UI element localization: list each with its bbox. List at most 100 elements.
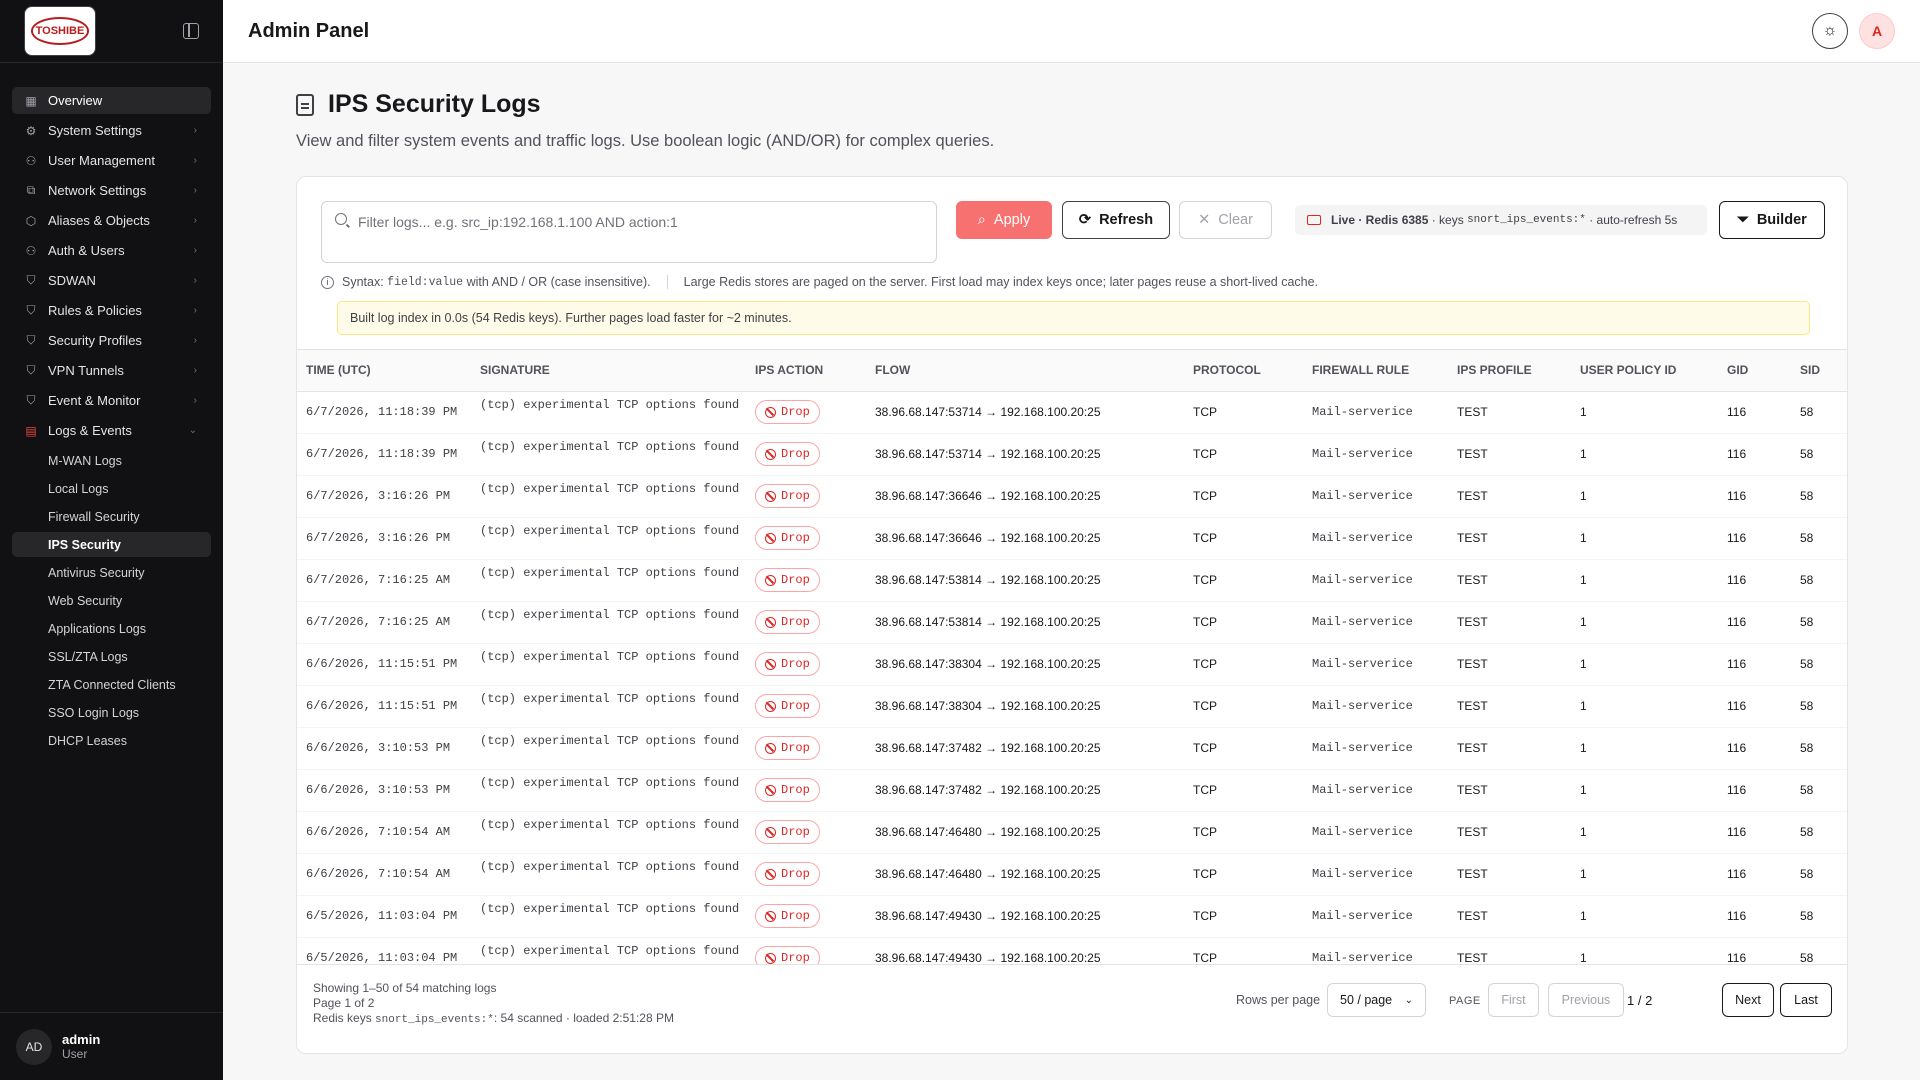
table-cell: 38.96.68.147:46480 → 192.168.100.20:25 (866, 811, 1184, 854)
submenu-item-dhcp-leases[interactable]: DHCP Leases (12, 728, 211, 753)
sidebar-item-overview[interactable]: ▦ Overview (12, 87, 211, 114)
table-cell: 6/7/2026, 7:16:25 AM (297, 601, 471, 644)
table-cell: 58 (1791, 769, 1847, 812)
table-cell: 116 (1718, 601, 1791, 644)
column-header[interactable]: IPS PROFILE (1448, 350, 1571, 392)
submenu-item-applications-logs[interactable]: Applications Logs (12, 616, 211, 641)
table-row[interactable]: 6/7/2026, 11:18:39 PM (tcp) experimental … (297, 391, 1847, 434)
apply-button[interactable]: ⌕ Apply (956, 201, 1052, 239)
action-label: Drop (781, 447, 810, 461)
column-header[interactable]: SIGNATURE (471, 350, 746, 392)
column-header[interactable]: SID (1791, 350, 1847, 392)
table-row[interactable]: 6/7/2026, 3:16:26 PM (tcp) experimental T… (297, 517, 1847, 560)
sidebar-item-user-management[interactable]: ⚇ User Management › (12, 147, 211, 174)
sidebar-item-label: Event & Monitor (48, 393, 141, 408)
sidebar-item-rules-policies[interactable]: ⛉ Rules & Policies › (12, 297, 211, 324)
sidebar-item-security-profiles[interactable]: ⛉ Security Profiles › (12, 327, 211, 354)
column-header[interactable]: FIREWALL RULE (1303, 350, 1448, 392)
table-cell: 38.96.68.147:37482 → 192.168.100.20:25 (866, 727, 1184, 770)
previous-page-button[interactable]: Previous (1548, 983, 1624, 1017)
column-header[interactable]: GID (1718, 350, 1791, 392)
table-cell: 1 (1571, 475, 1718, 518)
next-page-button[interactable]: Next (1722, 983, 1774, 1017)
table-cell: 58 (1791, 433, 1847, 476)
ban-icon (765, 658, 776, 670)
ban-icon (765, 448, 776, 460)
submenu-item-firewall-security[interactable]: Firewall Security (12, 504, 211, 529)
table-row[interactable]: 6/5/2026, 11:03:04 PM (tcp) experimental … (297, 895, 1847, 938)
action-label: Drop (781, 531, 810, 545)
ban-icon (765, 826, 776, 838)
action-cell: Drop (746, 391, 866, 434)
table-cell: 1 (1571, 559, 1718, 602)
clear-button[interactable]: ✕ Clear (1179, 201, 1272, 239)
table-cell: TEST (1448, 433, 1571, 476)
table-cell: 58 (1791, 559, 1847, 602)
table-row[interactable]: 6/7/2026, 7:16:25 AM (tcp) experimental T… (297, 601, 1847, 644)
submenu-item-zta-connected-clients[interactable]: ZTA Connected Clients (12, 672, 211, 697)
submenu-item-sso-login-logs[interactable]: SSO Login Logs (12, 700, 211, 725)
table-row[interactable]: 6/7/2026, 7:16:25 AM (tcp) experimental T… (297, 559, 1847, 602)
table-cell: Mail-serverice (1303, 601, 1448, 644)
sidebar-collapse-icon[interactable] (183, 23, 199, 39)
submenu-item-local-logs[interactable]: Local Logs (12, 476, 211, 501)
table-cell: (tcp) experimental TCP options found (471, 601, 746, 644)
table-row[interactable]: 6/7/2026, 3:16:26 PM (tcp) experimental T… (297, 475, 1847, 518)
submenu-item-antivirus-security[interactable]: Antivirus Security (12, 560, 211, 585)
sidebar-item-sdwan[interactable]: ⛉ SDWAN › (12, 267, 211, 294)
table-row[interactable]: 6/7/2026, 11:18:39 PM (tcp) experimental … (297, 433, 1847, 476)
drop-badge: Drop (755, 694, 820, 718)
column-header[interactable]: TIME (UTC) (297, 350, 471, 392)
column-header[interactable]: IPS ACTION (746, 350, 866, 392)
brand-logo[interactable]: TOSHIBE (24, 6, 96, 56)
table-row[interactable]: 6/6/2026, 11:15:51 PM (tcp) experimental … (297, 685, 1847, 728)
syntax-help: i Syntax: field:value with AND / OR (cas… (321, 275, 1318, 289)
sidebar-item-logs-events[interactable]: ▤ Logs & Events ⌄ (12, 417, 211, 444)
refresh-button[interactable]: ⟳ Refresh (1062, 201, 1170, 239)
chevron-right-icon: › (193, 155, 197, 166)
sidebar-item-auth-users[interactable]: ⚇ Auth & Users › (12, 237, 211, 264)
builder-button[interactable]: ⏷ Builder (1719, 201, 1825, 239)
submenu-item-web-security[interactable]: Web Security (12, 588, 211, 613)
table-row[interactable]: 6/6/2026, 7:10:54 AM (tcp) experimental T… (297, 853, 1847, 896)
rows-per-page-value: 50 / page (1340, 993, 1393, 1007)
table-cell: (tcp) experimental TCP options found (471, 643, 746, 686)
table-cell: TEST (1448, 517, 1571, 560)
rows-per-page-select[interactable]: 50 / page ⌄ (1327, 983, 1426, 1017)
keys-suffix: : 54 scanned · loaded 2:51:28 PM (493, 1011, 674, 1025)
submenu-item-ips-security[interactable]: IPS Security (12, 532, 211, 557)
user-avatar-button[interactable]: A (1859, 13, 1895, 49)
table-cell: 58 (1791, 811, 1847, 854)
last-page-button[interactable]: Last (1780, 983, 1832, 1017)
drop-badge: Drop (755, 610, 820, 634)
logo-text: TOSHIBE (30, 17, 90, 45)
submenu-item-ssl-zta-logs[interactable]: SSL/ZTA Logs (12, 644, 211, 669)
first-page-button[interactable]: First (1488, 983, 1539, 1017)
table-row[interactable]: 6/6/2026, 3:10:53 PM (tcp) experimental T… (297, 727, 1847, 770)
chevron-right-icon: › (193, 305, 197, 316)
page-count: 1 / 2 (1627, 993, 1653, 1008)
column-header[interactable]: FLOW (866, 350, 1184, 392)
sidebar-item-system-settings[interactable]: ⚙ System Settings › (12, 117, 211, 144)
submenu-item-m-wan-logs[interactable]: M-WAN Logs (12, 448, 211, 473)
theme-toggle-button[interactable]: ☼ (1812, 13, 1848, 49)
table-cell: 6/5/2026, 11:03:04 PM (297, 895, 471, 938)
sidebar-item-vpn-tunnels[interactable]: ⛉ VPN Tunnels › (12, 357, 211, 384)
table-row[interactable]: 6/6/2026, 11:15:51 PM (tcp) experimental … (297, 643, 1847, 686)
table-cell: 116 (1718, 433, 1791, 476)
table-cell: Mail-serverice (1303, 853, 1448, 896)
action-label: Drop (781, 951, 810, 965)
table-cell: 6/7/2026, 7:16:25 AM (297, 559, 471, 602)
filter-input[interactable]: Filter logs... e.g. src_ip:192.168.1.100… (321, 201, 937, 263)
ban-icon (765, 910, 776, 922)
table-row[interactable]: 6/6/2026, 3:10:53 PM (tcp) experimental T… (297, 769, 1847, 812)
column-header[interactable]: USER POLICY ID (1571, 350, 1718, 392)
sidebar-item-event-monitor[interactable]: ⛉ Event & Monitor › (12, 387, 211, 414)
column-header[interactable]: PROTOCOL (1184, 350, 1303, 392)
user-profile[interactable]: AD admin User (0, 1012, 223, 1080)
sidebar-item-aliases-objects[interactable]: ⬡ Aliases & Objects › (12, 207, 211, 234)
sidebar-item-network-settings[interactable]: ⧉ Network Settings › (12, 177, 211, 204)
table-cell: (tcp) experimental TCP options found (471, 517, 746, 560)
table-cell: TEST (1448, 769, 1571, 812)
table-row[interactable]: 6/6/2026, 7:10:54 AM (tcp) experimental T… (297, 811, 1847, 854)
